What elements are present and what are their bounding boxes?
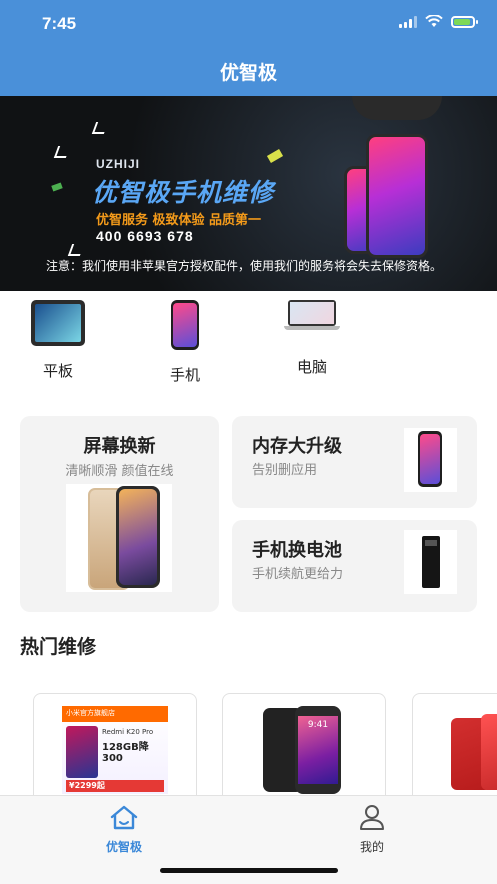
category-label: 手机	[169, 366, 200, 384]
tab-mine[interactable]: 我的	[312, 804, 432, 855]
hot-item-text: 128GB降300	[102, 742, 149, 764]
storage-phone-image	[404, 428, 457, 492]
hot-item-card[interactable]	[412, 693, 497, 795]
service-title: 屏幕换新	[83, 436, 156, 457]
hot-item-text: 小米官方旗舰店	[66, 709, 115, 717]
service-subtitle: 清晰顺滑 颜值在线	[65, 464, 174, 479]
tablet-icon	[31, 300, 85, 346]
category-label: 平板	[42, 362, 73, 380]
banner-phone-number: 400 6693 678	[96, 228, 194, 244]
status-time: 7:45	[42, 14, 77, 33]
laptop-icon	[284, 300, 340, 330]
category-computer[interactable]: 电脑	[267, 300, 357, 377]
screen-phone-image	[66, 484, 172, 592]
banner-brand: UZHIJI	[96, 157, 141, 171]
hot-repairs-title: 热门维修	[20, 636, 97, 658]
home-icon	[110, 805, 138, 830]
category-phone[interactable]: 手机	[140, 300, 230, 385]
status-bar: 7:45	[0, 0, 497, 48]
tab-label: 优智极	[105, 840, 142, 854]
user-icon	[360, 805, 384, 830]
category-tablet[interactable]: 平板	[13, 300, 103, 381]
banner-phone-image-front	[366, 134, 428, 258]
battery-image	[404, 530, 457, 594]
service-card-storage[interactable]: 内存大升级 告别删应用	[232, 416, 477, 508]
hot-item-image: 9:41	[251, 706, 357, 794]
hot-repairs-list: 小米官方旗舰店 Redmi K20 Pro 128GB降300 ¥2299起 9…	[0, 693, 497, 795]
service-card-battery[interactable]: 手机换电池 手机续航更给力	[232, 520, 477, 612]
service-subtitle: 告别删应用	[252, 463, 318, 478]
hot-item-text: 9:41	[307, 720, 329, 730]
hot-item-card[interactable]: 9:41	[222, 693, 386, 795]
service-title: 手机换电池	[252, 540, 342, 561]
phone-icon	[171, 300, 199, 350]
tab-label: 我的	[359, 840, 384, 854]
category-row: 平板 手机 电脑	[0, 300, 497, 400]
nav-bar: 优智极	[0, 48, 497, 96]
banner-notice: 注意：我们使用非苹果官方授权配件，使用我们的服务将会失去保修资格。	[46, 259, 443, 273]
service-subtitle: 手机续航更给力	[252, 567, 344, 582]
category-label: 电脑	[296, 358, 327, 376]
banner-slogan: 优智服务 极致体验 品质第一	[96, 213, 262, 228]
hot-item-text: ¥2299起	[66, 780, 164, 792]
tab-home[interactable]: 优智极	[64, 804, 184, 855]
hot-item-card[interactable]: 小米官方旗舰店 Redmi K20 Pro 128GB降300 ¥2299起	[33, 693, 197, 795]
headphones-decoration	[352, 96, 442, 120]
promo-banner[interactable]: UZHIJI 优智极手机维修 优智服务 极致体验 品质第一 400 6693 6…	[0, 96, 497, 291]
status-icons	[399, 15, 478, 28]
page-title: 优智极	[219, 62, 277, 84]
hot-item-image	[441, 706, 497, 794]
home-indicator	[160, 868, 338, 873]
signal-icon	[399, 15, 417, 28]
service-card-screen[interactable]: 屏幕换新 清晰顺滑 颜值在线	[20, 416, 219, 612]
hot-item-text: Redmi K20 Pro	[102, 728, 154, 736]
service-title: 内存大升级	[252, 436, 342, 457]
wifi-icon	[425, 15, 443, 27]
banner-title: 优智极手机维修	[92, 178, 275, 207]
hot-item-image: 小米官方旗舰店 Redmi K20 Pro 128GB降300 ¥2299起	[62, 706, 168, 794]
battery-icon	[451, 15, 478, 28]
